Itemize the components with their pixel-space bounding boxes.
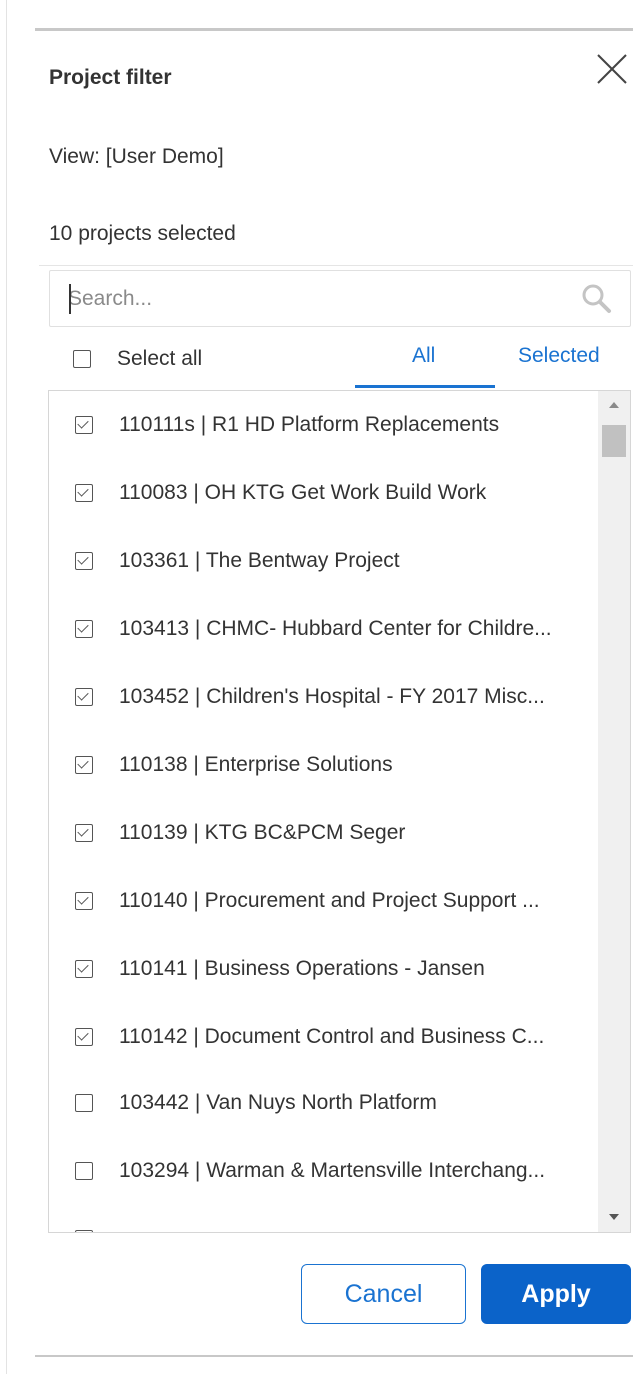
project-label: 110142 | Document Control and Business C…	[119, 1025, 545, 1048]
scroll-up-arrow-icon[interactable]	[598, 391, 630, 419]
project-row[interactable]: 110140 | Procurement and Project Support…	[49, 875, 597, 927]
project-row[interactable]: 103452 | Children's Hospital - FY 2017 M…	[49, 671, 597, 723]
scrollbar[interactable]	[598, 391, 630, 1232]
project-row[interactable]: 110083 | OH KTG Get Work Build Work	[49, 467, 597, 519]
project-checkbox[interactable]	[75, 552, 93, 570]
project-label: 110139 | KTG BC&PCM Seger	[119, 821, 406, 844]
apply-button[interactable]: Apply	[481, 1264, 631, 1324]
project-row[interactable]: 103361 | The Bentway Project	[49, 535, 597, 587]
project-label: 103413 | CHMC- Hubbard Center for Childr…	[119, 617, 552, 640]
project-label: 110141 | Business Operations - Jansen	[119, 957, 485, 980]
project-checkbox[interactable]	[75, 688, 93, 706]
project-row[interactable]: 103442 | Van Nuys North Platform	[49, 1077, 597, 1129]
search-box[interactable]	[49, 270, 631, 327]
active-tab-indicator	[355, 385, 495, 388]
project-checkbox[interactable]	[75, 484, 93, 502]
tab-selected[interactable]: Selected	[518, 344, 600, 368]
dialog-title: Project filter	[49, 66, 172, 89]
project-list[interactable]: 110111s | R1 HD Platform Replacements 110…	[48, 390, 631, 1233]
project-checkbox[interactable]	[75, 892, 93, 910]
project-checkbox[interactable]	[75, 824, 93, 842]
project-row[interactable]: 110141 | Business Operations - Jansen	[49, 943, 597, 995]
project-row[interactable]	[49, 1213, 597, 1232]
view-label: View: [User Demo]	[49, 145, 224, 168]
project-checkbox[interactable]	[75, 1094, 93, 1112]
search-icon[interactable]	[579, 281, 613, 315]
project-row[interactable]: 103413 | CHMC- Hubbard Center for Childr…	[49, 603, 597, 655]
project-checkbox[interactable]	[75, 1028, 93, 1046]
tab-all[interactable]: All	[412, 344, 435, 368]
project-label: 103361 | The Bentway Project	[119, 549, 400, 572]
project-filter-dialog: Project filter View: [User Demo] 10 proj…	[6, 0, 640, 1374]
select-all-label: Select all	[117, 347, 203, 370]
project-label: 110140 | Procurement and Project Support…	[119, 889, 540, 912]
scrollbar-thumb[interactable]	[602, 425, 626, 457]
select-all[interactable]: Select all	[73, 344, 202, 374]
project-label: 103452 | Children's Hospital - FY 2017 M…	[119, 685, 545, 708]
project-label: 103294 | Warman & Martensville Interchan…	[119, 1159, 546, 1182]
project-checkbox[interactable]	[75, 756, 93, 774]
project-row[interactable]: 110139 | KTG BC&PCM Seger	[49, 807, 597, 859]
project-label: 110138 | Enterprise Solutions	[119, 753, 393, 776]
select-all-checkbox[interactable]	[73, 350, 91, 368]
cancel-button[interactable]: Cancel	[301, 1264, 466, 1324]
project-row[interactable]: 110138 | Enterprise Solutions	[49, 739, 597, 791]
close-icon[interactable]	[595, 52, 629, 86]
project-checkbox[interactable]	[75, 1230, 93, 1232]
scroll-down-arrow-icon[interactable]	[598, 1204, 630, 1232]
top-divider	[35, 28, 633, 31]
text-caret	[69, 284, 71, 314]
project-label: 110111s | R1 HD Platform Replacements	[119, 413, 500, 436]
project-checkbox[interactable]	[75, 960, 93, 978]
bottom-divider	[35, 1355, 633, 1357]
project-checkbox[interactable]	[75, 620, 93, 638]
project-list-items: 110111s | R1 HD Platform Replacements 110…	[49, 391, 597, 1232]
project-row[interactable]: 110142 | Document Control and Business C…	[49, 1011, 597, 1063]
search-input[interactable]	[68, 281, 568, 317]
project-label: 110083 | OH KTG Get Work Build Work	[119, 481, 487, 504]
project-label: 103442 | Van Nuys North Platform	[119, 1091, 437, 1114]
project-row[interactable]: 103294 | Warman & Martensville Interchan…	[49, 1145, 597, 1197]
project-checkbox[interactable]	[75, 1162, 93, 1180]
search-divider	[39, 265, 633, 266]
selected-count: 10 projects selected	[49, 222, 236, 245]
project-row[interactable]: 110111s | R1 HD Platform Replacements	[49, 399, 597, 451]
project-checkbox[interactable]	[75, 416, 93, 434]
